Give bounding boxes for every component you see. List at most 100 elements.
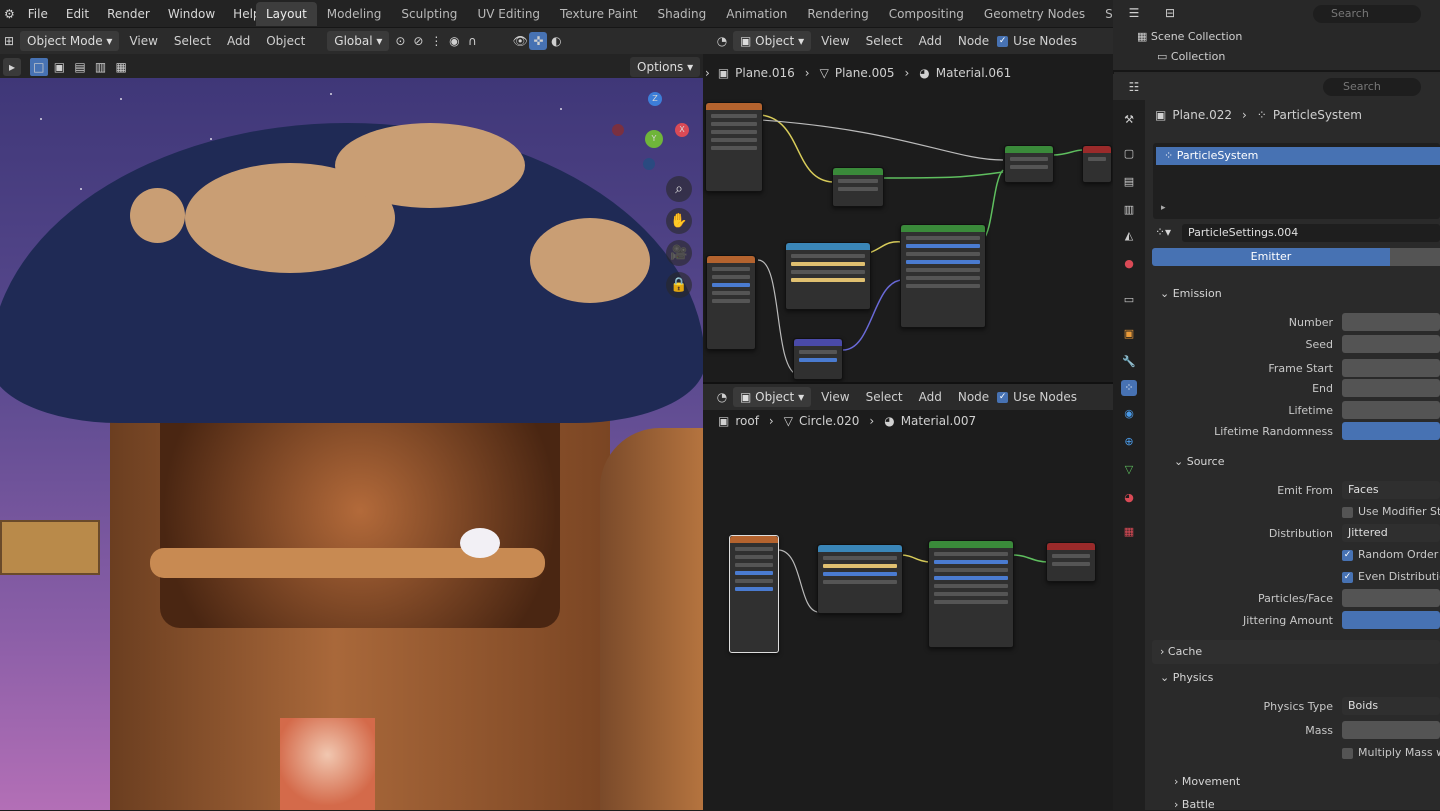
select-intersect-icon[interactable]: ▦	[112, 58, 130, 76]
gizmo-z-icon[interactable]: Z	[648, 92, 662, 106]
even-distribution-checkbox[interactable]: ✓	[1342, 571, 1353, 583]
node-texture-coordinate[interactable]	[705, 102, 763, 192]
particle-settings-field[interactable]: ParticleSettings.004	[1182, 224, 1440, 242]
modifier-tab-icon[interactable]: 🔧	[1121, 354, 1137, 370]
breadcrumb-object[interactable]: roof	[735, 414, 759, 428]
pivot-icon[interactable]: ⊙	[391, 32, 409, 50]
jittering-amount-slider[interactable]	[1342, 611, 1440, 629]
node-principled-bsdf[interactable]	[900, 224, 986, 328]
collection-tab-icon[interactable]: ▭	[1121, 292, 1137, 308]
snap-icon[interactable]: ⊘	[409, 32, 427, 50]
node-material-output[interactable]	[1046, 542, 1096, 582]
particles-face-field[interactable]	[1342, 589, 1440, 607]
select-new-icon[interactable]: □	[30, 58, 48, 76]
snap-target-icon[interactable]: ⋮	[427, 32, 445, 50]
camera-icon[interactable]: 🎥	[666, 240, 692, 266]
tab-sculpting[interactable]: Sculpting	[391, 2, 467, 26]
frame-end-field[interactable]	[1342, 379, 1440, 397]
breadcrumb-material[interactable]: Material.007	[901, 414, 976, 428]
data-tab-icon[interactable]: ▽	[1121, 462, 1137, 478]
particle-settings-icon[interactable]: ⁘▾	[1155, 225, 1171, 239]
node-principled-bsdf[interactable]	[928, 540, 1014, 648]
gizmo-y-icon[interactable]: Y	[645, 130, 663, 148]
outliner-search-input[interactable]: Search	[1313, 5, 1421, 23]
lock-icon[interactable]: 🔒	[666, 272, 692, 298]
node-mix[interactable]	[832, 167, 884, 207]
physics-section-header[interactable]: ⌄ Physics	[1160, 671, 1213, 684]
random-order-toggle[interactable]: ✓ Random Order	[1342, 548, 1438, 561]
use-nodes-checkbox[interactable]: ✓	[997, 391, 1009, 403]
frame-start-field[interactable]	[1342, 359, 1440, 377]
menu-edit[interactable]: Edit	[57, 7, 98, 21]
node-mapping[interactable]	[793, 338, 843, 380]
3d-viewport[interactable]: Z X Y ⌕ ✋ 🎥 🔒	[0, 78, 703, 810]
list-expand-icon[interactable]: ▸	[1161, 203, 1166, 213]
visibility-icon[interactable]: 👁	[511, 32, 529, 50]
node-image-texture[interactable]	[729, 535, 779, 653]
use-modifier-stack-checkbox[interactable]	[1342, 506, 1353, 518]
battle-section-header[interactable]: › Battle	[1174, 798, 1215, 811]
select-extend-icon[interactable]: ▣	[51, 58, 69, 76]
movement-section-header[interactable]: › Movement	[1174, 775, 1240, 788]
viewport-menu-view[interactable]: View	[121, 34, 165, 48]
seed-field[interactable]	[1342, 335, 1440, 353]
node-editor-type-icon[interactable]: ◔	[713, 32, 731, 50]
transform-orientation-dropdown[interactable]: Global ▾	[327, 31, 390, 51]
blender-logo-icon[interactable]: ⚙	[0, 7, 19, 21]
tab-uv-editing[interactable]: UV Editing	[467, 2, 550, 26]
breadcrumb-object[interactable]: Plane.022	[1172, 108, 1232, 122]
viewport-menu-add[interactable]: Add	[219, 34, 258, 48]
texture-tab-icon[interactable]: ▦	[1121, 524, 1137, 540]
node-menu-add[interactable]: Add	[911, 390, 950, 404]
node-shader-type-dropdown[interactable]: ▣ Object ▾	[733, 387, 812, 407]
use-nodes-checkbox[interactable]: ✓	[997, 35, 1009, 47]
select-subtract-icon[interactable]: ▤	[71, 58, 89, 76]
lifetime-field[interactable]	[1342, 401, 1440, 419]
filter-icon[interactable]: ⊟	[1161, 4, 1179, 22]
lifetime-randomness-slider[interactable]	[1342, 422, 1440, 440]
tab-geometry-nodes[interactable]: Geometry Nodes	[974, 2, 1095, 26]
node-color-ramp[interactable]	[785, 242, 871, 310]
viewport-menu-object[interactable]: Object	[258, 34, 313, 48]
node-mix-shader[interactable]	[1004, 145, 1054, 183]
node-color-ramp[interactable]	[817, 544, 903, 614]
physics-tab-icon[interactable]: ◉	[1121, 406, 1137, 422]
pan-hand-icon[interactable]: ✋	[666, 208, 692, 234]
select-tool-icon[interactable]: ▸	[3, 58, 21, 76]
outliner-editor-icon[interactable]: ☰	[1125, 4, 1143, 22]
node-editor-type-icon[interactable]: ◔	[713, 388, 731, 406]
menu-file[interactable]: File	[19, 7, 57, 21]
node-image-texture[interactable]	[706, 255, 756, 350]
output-tab-icon[interactable]: ▤	[1121, 174, 1137, 190]
even-distribution-toggle[interactable]: ✓ Even Distributio	[1342, 570, 1440, 583]
node-menu-node[interactable]: Node	[950, 390, 997, 404]
node-menu-view[interactable]: View	[813, 34, 857, 48]
outliner-collection[interactable]: ▭ Collection	[1157, 50, 1225, 63]
constraints-tab-icon[interactable]: ⊕	[1121, 434, 1137, 450]
editor-type-icon[interactable]: ⊞	[0, 32, 18, 50]
material-tab-icon[interactable]: ◕	[1121, 490, 1137, 506]
scene-tab-icon[interactable]: ◭	[1121, 228, 1137, 244]
particle-system-list-item[interactable]: ⁘ ParticleSystem	[1156, 147, 1440, 165]
breadcrumb-object[interactable]: Plane.016	[735, 66, 795, 80]
use-modifier-stack-toggle[interactable]: Use Modifier St	[1342, 505, 1440, 518]
menu-render[interactable]: Render	[98, 7, 159, 21]
object-mode-dropdown[interactable]: Object Mode ▾	[20, 31, 120, 51]
breadcrumb-mesh[interactable]: Circle.020	[799, 414, 859, 428]
breadcrumb-mesh[interactable]: Plane.005	[835, 66, 895, 80]
render-tab-icon[interactable]: ▢	[1121, 146, 1137, 162]
particles-tab-icon[interactable]: ⁘	[1121, 380, 1137, 396]
breadcrumb-particle-system[interactable]: ParticleSystem	[1273, 108, 1362, 122]
multiply-mass-toggle[interactable]: Multiply Mass w	[1342, 746, 1440, 759]
properties-editor-icon[interactable]: ☷	[1125, 78, 1143, 96]
gizmo-icon[interactable]: ✜	[529, 32, 548, 50]
tool-tab-icon[interactable]: ⚒	[1121, 112, 1137, 128]
gizmo-neg-x-icon[interactable]	[612, 124, 624, 136]
tab-rendering[interactable]: Rendering	[797, 2, 878, 26]
object-tab-icon[interactable]: ▣	[1121, 326, 1137, 342]
node-menu-node[interactable]: Node	[950, 34, 997, 48]
breadcrumb-material[interactable]: Material.061	[936, 66, 1011, 80]
mass-field[interactable]	[1342, 721, 1440, 739]
cache-section-header[interactable]: › Cache	[1160, 645, 1202, 658]
multiply-mass-checkbox[interactable]	[1342, 747, 1353, 759]
